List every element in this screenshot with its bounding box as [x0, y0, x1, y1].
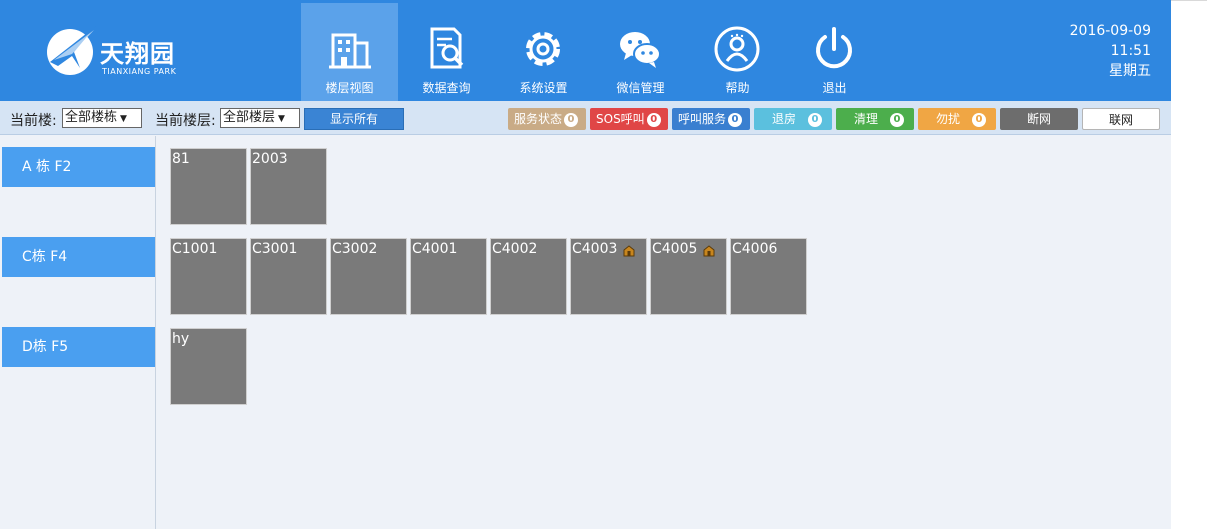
logo: 天翔园 TIANXIANG PARK: [44, 22, 204, 82]
room-tile[interactable]: C4006: [730, 238, 807, 315]
room-name: C4002: [492, 241, 538, 257]
nav-label: 微信管理: [616, 81, 665, 95]
room-tile[interactable]: 81: [170, 148, 247, 225]
nav-wechat-management[interactable]: 微信管理: [592, 3, 689, 101]
room-tile[interactable]: hy: [170, 328, 247, 405]
room-name: 2003: [252, 151, 288, 167]
status-call-service-button[interactable]: 呼叫服务 0: [672, 108, 750, 130]
logo-subtitle: TIANXIANG PARK: [102, 67, 177, 76]
floor-select-value: 全部楼层: [223, 110, 276, 125]
clock: 2016-09-09 11:51 星期五: [1070, 21, 1151, 81]
room-tile[interactable]: C3002: [330, 238, 407, 315]
nav-label: 数据查询: [422, 81, 471, 95]
room-name: C4001: [412, 241, 458, 257]
app-window: 天翔园 TIANXIANG PARK 楼层视图 数据查询 系统设置 微信管理 帮…: [0, 0, 1171, 529]
status-count-badge: 0: [728, 113, 743, 127]
nav-help[interactable]: 帮助: [689, 3, 786, 101]
status-count-badge: 0: [646, 113, 661, 127]
room-tile[interactable]: 2003: [250, 148, 327, 225]
power-icon: [816, 27, 852, 69]
status-count-badge: 0: [972, 113, 987, 127]
status-cleaning-button[interactable]: 清理 0: [836, 108, 914, 130]
nav-label: 帮助: [725, 81, 750, 95]
nav-label: 楼层视图: [325, 81, 374, 95]
wechat-icon: [620, 32, 661, 68]
room-tile[interactable]: C4001: [410, 238, 487, 315]
room-name: C1001: [172, 241, 218, 257]
help-person-icon: [714, 26, 760, 72]
status-label: 退房: [772, 112, 797, 126]
show-all-button[interactable]: 显示所有: [304, 108, 404, 130]
main-nav: 楼层视图 数据查询 系统设置 微信管理 帮助 退出: [301, 3, 883, 101]
room-name: C4005: [652, 241, 698, 257]
status-label: 清理: [854, 112, 879, 126]
status-dnd-button[interactable]: 勿扰 0: [918, 108, 996, 130]
nav-system-settings[interactable]: 系统设置: [495, 3, 592, 101]
connect-button[interactable]: 联网: [1082, 108, 1160, 130]
logo-title: 天翔园: [100, 40, 175, 68]
room-tile[interactable]: C4005: [650, 238, 727, 315]
lock-icon: [623, 245, 635, 257]
room-name: C4003: [572, 241, 618, 257]
status-count-badge: 0: [890, 113, 905, 127]
status-count-badge: 0: [564, 113, 579, 127]
room-tile[interactable]: C3001: [250, 238, 327, 315]
clock-date: 2016-09-09: [1069, 23, 1151, 39]
toolbar: 当前楼: 全部楼栋 ▼ 当前楼层: 全部楼层 ▼ 显示所有 服务状态 0 SOS呼叫 0…: [0, 101, 1171, 135]
room-tile[interactable]: C4003: [570, 238, 647, 315]
room-name: hy: [172, 331, 190, 347]
status-label: SOS呼叫: [596, 112, 645, 126]
status-service-button[interactable]: 服务状态 0: [508, 108, 586, 130]
status-label: 勿扰: [936, 112, 961, 126]
building-select[interactable]: 全部楼栋 ▼: [62, 108, 142, 128]
status-sos-button[interactable]: SOS呼叫 0: [590, 108, 668, 130]
status-label: 呼叫服务: [678, 112, 727, 126]
room-name: C4006: [732, 241, 778, 257]
sidebar-item-a-f2[interactable]: A 栋 F2: [2, 147, 155, 187]
sidebar-item-c-f4[interactable]: C栋 F4: [2, 237, 155, 277]
status-count-badge: 0: [808, 113, 823, 127]
dropdown-arrow-icon: ▼: [278, 114, 285, 124]
lock-icon: [703, 245, 715, 257]
status-label: 服务状态: [514, 112, 563, 126]
sidebar-item-d-f5[interactable]: D栋 F5: [2, 327, 155, 367]
nav-logout[interactable]: 退出: [786, 3, 883, 101]
gear-icon: [526, 32, 560, 66]
building-label: 当前楼:: [10, 113, 57, 129]
nav-floor-view[interactable]: 楼层视图: [301, 3, 398, 101]
floor-sidebar: A 栋 F2 C栋 F4 D栋 F5: [0, 136, 156, 529]
disconnect-button[interactable]: 断网: [1000, 108, 1078, 130]
room-name: C3001: [252, 241, 298, 257]
dropdown-arrow-icon: ▼: [120, 114, 127, 124]
plane-logo-icon: [47, 26, 96, 75]
room-name: 81: [172, 151, 190, 167]
room-name: C3002: [332, 241, 378, 257]
floor-label: 当前楼层:: [155, 113, 216, 129]
nav-label: 退出: [822, 81, 847, 95]
room-tile[interactable]: C1001: [170, 238, 247, 315]
nav-data-query[interactable]: 数据查询: [398, 3, 495, 101]
building-select-value: 全部楼栋: [65, 110, 118, 125]
nav-label: 系统设置: [519, 81, 568, 95]
building-icon: [329, 33, 371, 69]
clock-time: 11:51: [1110, 43, 1151, 59]
document-search-icon: [430, 27, 464, 69]
floor-select[interactable]: 全部楼层 ▼: [220, 108, 300, 128]
clock-weekday: 星期五: [1109, 63, 1151, 79]
window-edge: [1171, 0, 1207, 1]
room-tile[interactable]: C4002: [490, 238, 567, 315]
status-checkout-button[interactable]: 退房 0: [754, 108, 832, 130]
header: 天翔园 TIANXIANG PARK 楼层视图 数据查询 系统设置 微信管理 帮…: [0, 0, 1171, 101]
